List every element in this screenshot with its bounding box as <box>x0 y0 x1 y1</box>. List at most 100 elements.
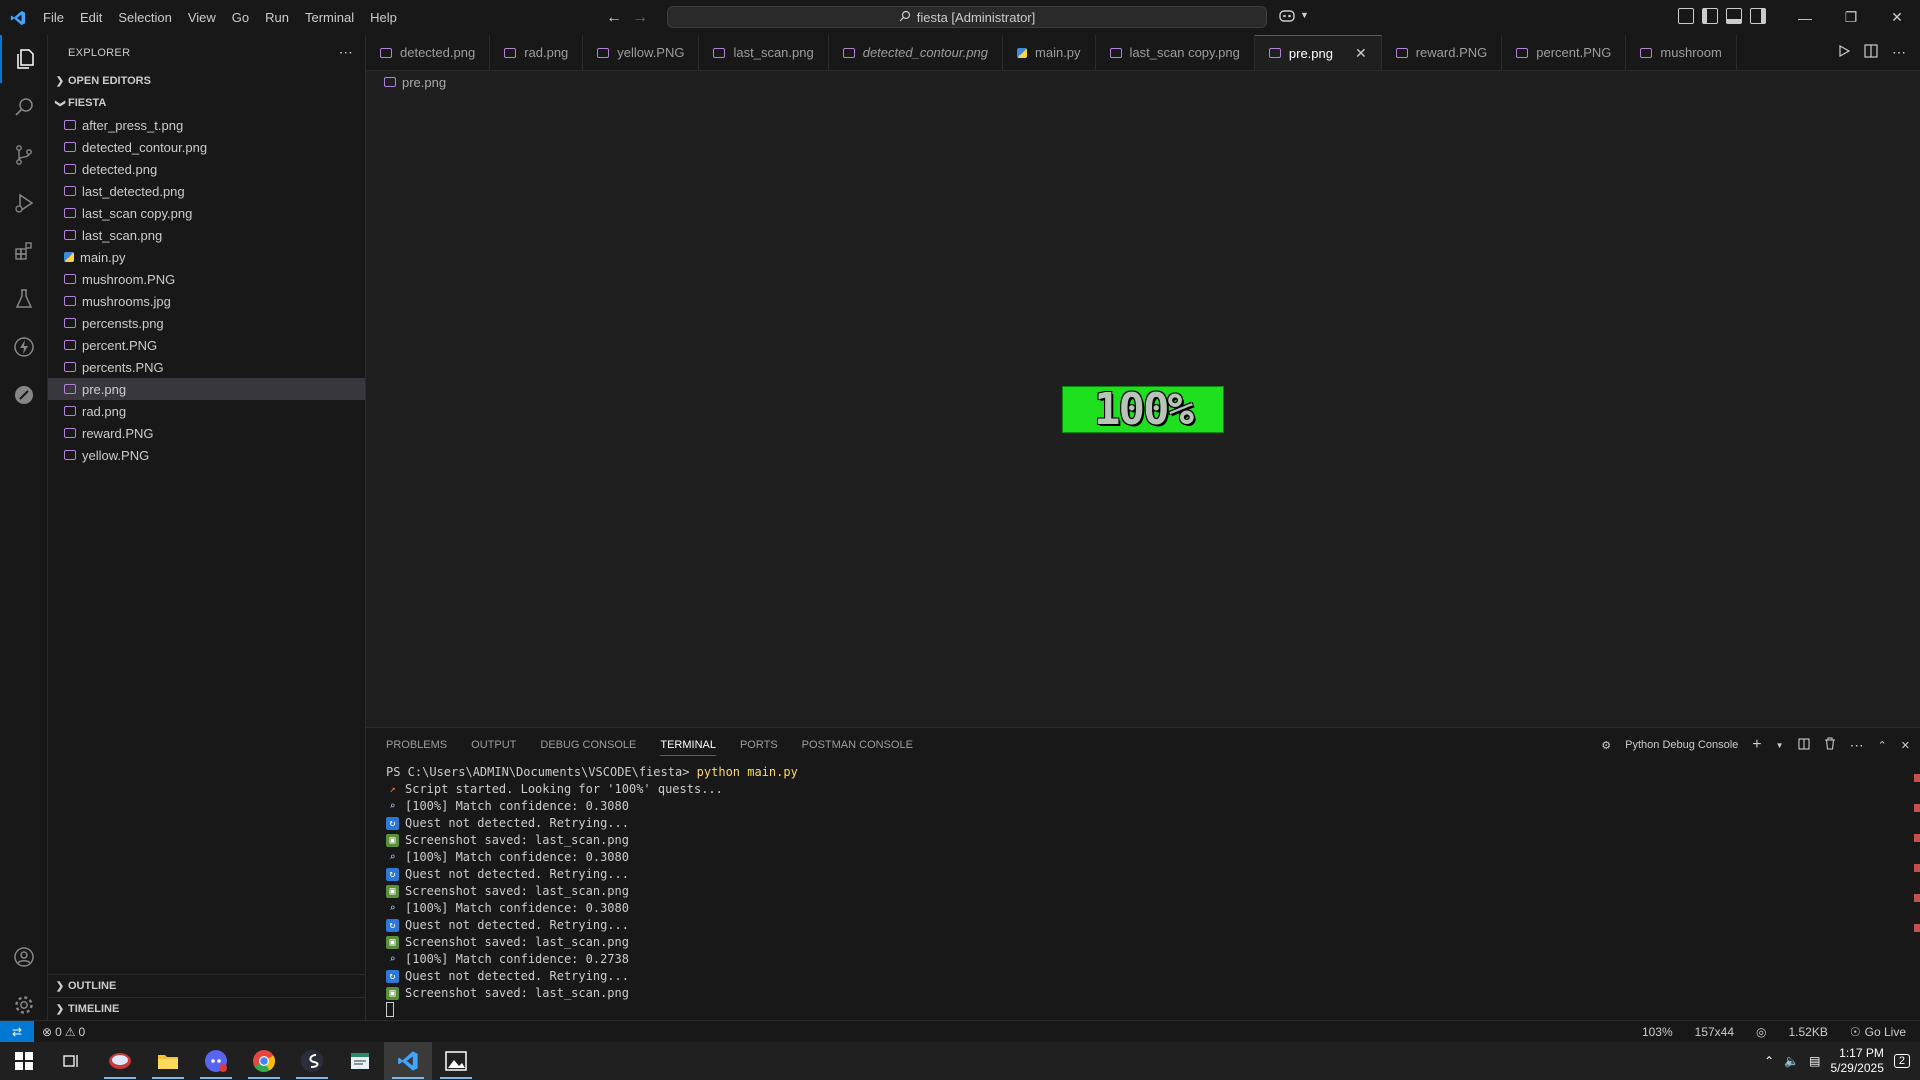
menu-item-go[interactable]: Go <box>224 0 257 35</box>
chevron-down-icon[interactable]: ▼ <box>1776 741 1784 750</box>
toggle-secondary-sidebar-icon[interactable] <box>1750 8 1766 24</box>
file-item[interactable]: mushrooms.jpg <box>48 290 365 312</box>
remote-icon[interactable]: ⇄ <box>0 1021 34 1043</box>
new-terminal-icon[interactable]: + <box>1752 736 1761 754</box>
run-debug-icon[interactable] <box>0 179 47 227</box>
toggle-primary-sidebar-icon[interactable] <box>1702 8 1718 24</box>
editor-tab[interactable]: detected.png <box>366 35 491 70</box>
terminal-output[interactable]: PS C:\Users\ADMIN\Documents\VSCODE\fiest… <box>386 764 798 1017</box>
file-item[interactable]: rad.png <box>48 400 365 422</box>
file-item[interactable]: after_press_t.png <box>48 114 365 136</box>
more-actions-icon[interactable]: ⋯ <box>1850 737 1864 754</box>
folder-section[interactable]: ❯ FIESTA <box>48 92 365 114</box>
chevron-up-icon[interactable]: ⌃ <box>1764 1054 1774 1068</box>
run-icon[interactable] <box>1838 44 1851 60</box>
clock[interactable]: 1:17 PM 5/29/2025 <box>1830 1046 1883 1076</box>
editor-tab[interactable]: reward.PNG <box>1382 35 1503 70</box>
postman-icon[interactable] <box>0 371 47 419</box>
file-item[interactable]: mushroom.PNG <box>48 268 365 290</box>
editor-tab[interactable]: yellow.PNG <box>583 35 700 70</box>
panel-tab-postman-console[interactable]: POSTMAN CONSOLE <box>802 739 913 751</box>
restore-icon[interactable]: ❐ <box>1828 0 1874 35</box>
trash-icon[interactable] <box>1824 737 1836 753</box>
editor-tab[interactable]: detected_contour.png <box>829 35 1004 70</box>
source-control-icon[interactable] <box>0 131 47 179</box>
problems-status[interactable]: ⊗ 0 ⚠ 0 <box>42 1025 85 1039</box>
copilot-icon[interactable]: ◎ <box>1756 1025 1766 1039</box>
toggle-panel-icon[interactable] <box>1726 8 1742 24</box>
go-live-button[interactable]: ☉ Go Live <box>1850 1025 1906 1039</box>
open-editors-section[interactable]: ❯ OPEN EDITORS <box>48 70 365 92</box>
file-item[interactable]: last_scan.png <box>48 224 365 246</box>
search-icon[interactable] <box>0 83 47 131</box>
panel-tab-ports[interactable]: PORTS <box>740 739 778 751</box>
volume-icon[interactable]: 🔈 <box>1784 1054 1799 1068</box>
shell-label[interactable]: Python Debug Console <box>1625 739 1738 751</box>
menu-item-selection[interactable]: Selection <box>110 0 179 35</box>
task-view-icon[interactable] <box>48 1042 96 1080</box>
file-item[interactable]: detected_contour.png <box>48 136 365 158</box>
panel-tab-debug-console[interactable]: DEBUG CONSOLE <box>540 739 636 751</box>
more-actions-icon[interactable]: ⋯ <box>339 44 353 61</box>
command-center[interactable]: fiesta [Administrator] <box>667 6 1267 28</box>
account-icon[interactable] <box>0 933 47 981</box>
file-item[interactable]: percensts.png <box>48 312 365 334</box>
editor-tab[interactable]: last_scan copy.png <box>1096 35 1255 70</box>
file-item[interactable]: yellow.PNG <box>48 444 365 466</box>
file-item[interactable]: last_detected.png <box>48 180 365 202</box>
photos-icon[interactable] <box>432 1042 480 1080</box>
menu-item-edit[interactable]: Edit <box>72 0 110 35</box>
editor-tab[interactable]: percent.PNG <box>1502 35 1627 70</box>
notepad-icon[interactable] <box>336 1042 384 1080</box>
close-tab-icon[interactable]: ✕ <box>1355 45 1367 62</box>
vscode-taskbar-icon[interactable] <box>384 1042 432 1080</box>
game-app-icon[interactable] <box>96 1042 144 1080</box>
split-editor-icon[interactable] <box>1864 44 1878 61</box>
zoom-level[interactable]: 103% <box>1642 1025 1673 1039</box>
file-item[interactable]: detected.png <box>48 158 365 180</box>
editor-tab[interactable]: main.py <box>1003 35 1096 70</box>
file-item[interactable]: pre.png <box>48 378 365 400</box>
back-arrow-icon[interactable]: ← <box>606 9 622 27</box>
testing-icon[interactable] <box>0 275 47 323</box>
copilot-button[interactable]: ▼ <box>1278 8 1309 22</box>
close-panel-icon[interactable]: ✕ <box>1901 739 1910 752</box>
file-item[interactable]: percent.PNG <box>48 334 365 356</box>
close-window-icon[interactable]: ✕ <box>1874 0 1920 35</box>
network-icon[interactable]: ▤ <box>1809 1054 1820 1068</box>
extensions-icon[interactable] <box>0 227 47 275</box>
menu-item-help[interactable]: Help <box>362 0 405 35</box>
editor-tab[interactable]: last_scan.png <box>699 35 829 70</box>
file-explorer-icon[interactable] <box>144 1042 192 1080</box>
notification-icon[interactable]: 2 <box>1893 1054 1910 1068</box>
file-item[interactable]: percents.PNG <box>48 356 365 378</box>
timeline-section[interactable]: ❯ TIMELINE <box>48 997 365 1020</box>
editor-tab[interactable]: mushroom <box>1626 35 1737 70</box>
chrome-icon[interactable] <box>240 1042 288 1080</box>
app-s-icon[interactable] <box>288 1042 336 1080</box>
panel-tab-output[interactable]: OUTPUT <box>471 739 516 751</box>
menu-item-view[interactable]: View <box>180 0 224 35</box>
forward-arrow-icon[interactable]: → <box>632 9 648 27</box>
menu-item-run[interactable]: Run <box>257 0 297 35</box>
windows-start-icon[interactable] <box>0 1042 48 1080</box>
menu-item-terminal[interactable]: Terminal <box>297 0 362 35</box>
editor-tab[interactable]: pre.png ✕ <box>1254 35 1382 70</box>
maximize-panel-icon[interactable]: ⌃ <box>1878 739 1887 752</box>
discord-icon[interactable] <box>192 1042 240 1080</box>
split-terminal-icon[interactable] <box>1798 737 1810 753</box>
breadcrumb-file[interactable]: pre.png <box>402 75 446 90</box>
editor-tab[interactable]: rad.png <box>490 35 584 70</box>
panel-tab-problems[interactable]: PROBLEMS <box>386 739 447 751</box>
outline-section[interactable]: ❯ OUTLINE <box>48 974 365 997</box>
file-item[interactable]: last_scan copy.png <box>48 202 365 224</box>
more-actions-icon[interactable]: ⋯ <box>1892 44 1906 61</box>
explorer-icon[interactable] <box>0 35 47 83</box>
lightning-icon[interactable] <box>0 323 47 371</box>
customize-layout-icon[interactable] <box>1678 8 1694 24</box>
file-item[interactable]: reward.PNG <box>48 422 365 444</box>
minimize-icon[interactable]: — <box>1782 0 1828 35</box>
file-item[interactable]: main.py <box>48 246 365 268</box>
image-preview[interactable]: 100% <box>1062 384 1224 435</box>
panel-tab-terminal[interactable]: TERMINAL <box>660 739 716 756</box>
